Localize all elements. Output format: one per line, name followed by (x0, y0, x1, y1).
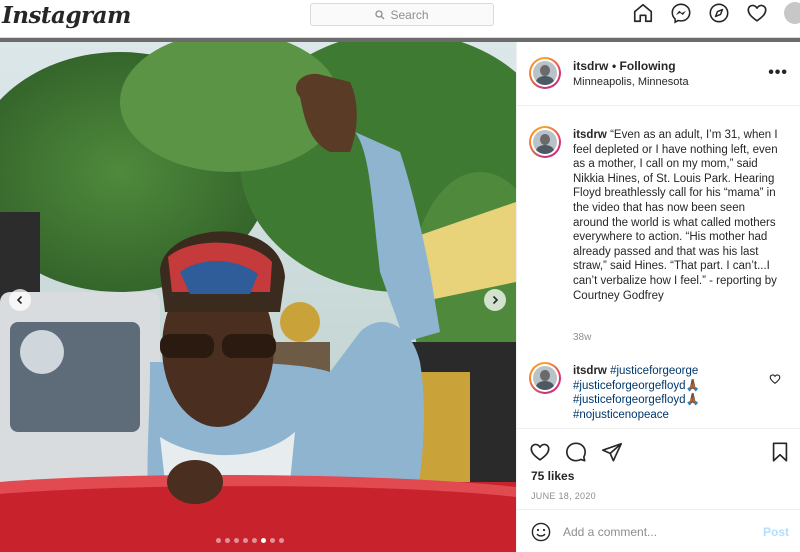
author-avatar[interactable] (529, 57, 561, 89)
home-icon[interactable] (632, 2, 654, 24)
comment-like-heart-icon[interactable] (769, 372, 781, 384)
caption-username[interactable]: itsdrw (573, 129, 607, 141)
post-date[interactable]: JUNE 18, 2020 (531, 491, 596, 501)
carousel-dot (225, 538, 230, 543)
chevron-right-icon (492, 295, 499, 305)
post-location[interactable]: Minneapolis, Minnesota (573, 76, 689, 88)
instagram-logo[interactable]: Instagram (2, 2, 131, 29)
carousel-dot (216, 538, 221, 543)
search-icon (375, 9, 385, 19)
more-options-icon[interactable]: ••• (768, 64, 788, 82)
post-comment-button[interactable]: Post (763, 525, 789, 539)
messenger-icon[interactable] (670, 2, 692, 24)
save-bookmark-icon[interactable] (769, 441, 791, 463)
activity-heart-icon[interactable] (746, 2, 768, 24)
post-header: itsdrw • Following Minneapolis, Minnesot… (517, 42, 800, 106)
carousel-dot (279, 538, 284, 543)
caption-author-avatar[interactable] (529, 126, 561, 158)
emoji-icon[interactable] (531, 522, 551, 542)
carousel-dot (261, 538, 266, 543)
add-comment-bar: Post (517, 509, 800, 552)
comment-author-avatar[interactable] (529, 362, 561, 394)
comment-bubble-icon[interactable] (565, 441, 587, 463)
profile-avatar[interactable] (784, 2, 800, 24)
comment-text-block: itsdrw #justiceforgeorge #justiceforgeor… (573, 364, 779, 422)
chevron-left-icon (16, 295, 23, 305)
carousel-dot (234, 538, 239, 543)
author-username[interactable]: itsdrw (573, 59, 608, 73)
protest-photo-illustration (0, 42, 516, 552)
post-photo[interactable] (0, 42, 516, 552)
hashtag-link[interactable]: #justiceforgeorgefloyd🙏🏾 (573, 394, 700, 406)
next-photo-button[interactable] (484, 289, 506, 311)
following-label[interactable]: • Following (612, 59, 676, 73)
post-actions: 75 likes JUNE 18, 2020 Post (517, 428, 800, 552)
carousel-dot (243, 538, 248, 543)
likes-count[interactable]: 75 likes (531, 469, 574, 483)
hashtag-link[interactable]: #justiceforgeorgefloyd🙏🏾 (573, 380, 700, 392)
explore-icon[interactable] (708, 2, 730, 24)
carousel-dots (216, 538, 284, 543)
search-box[interactable]: Search (310, 3, 494, 26)
carousel-dot (252, 538, 257, 543)
carousel-dot (270, 538, 275, 543)
add-comment-input[interactable] (563, 520, 743, 544)
top-nav: Instagram Search (0, 0, 800, 38)
like-heart-icon[interactable] (529, 441, 551, 463)
share-paper-plane-icon[interactable] (601, 441, 623, 463)
hashtag-link[interactable]: #justiceforgeorge (610, 365, 698, 377)
search-placeholder: Search (390, 7, 429, 22)
post-side-panel: itsdrw • Following Minneapolis, Minnesot… (516, 42, 800, 552)
comment-username[interactable]: itsdrw (573, 365, 607, 377)
hashtag-link[interactable]: #nojusticenopeace (573, 409, 669, 421)
previous-photo-button[interactable] (9, 289, 31, 311)
caption-time[interactable]: 38w (573, 332, 591, 343)
caption-text-block: itsdrw “Even as an adult, I’m 31, when I… (573, 128, 779, 303)
comments-list[interactable]: itsdrw “Even as an adult, I’m 31, when I… (517, 106, 800, 436)
caption-text: “Even as an adult, I’m 31, when I feel d… (573, 129, 778, 302)
